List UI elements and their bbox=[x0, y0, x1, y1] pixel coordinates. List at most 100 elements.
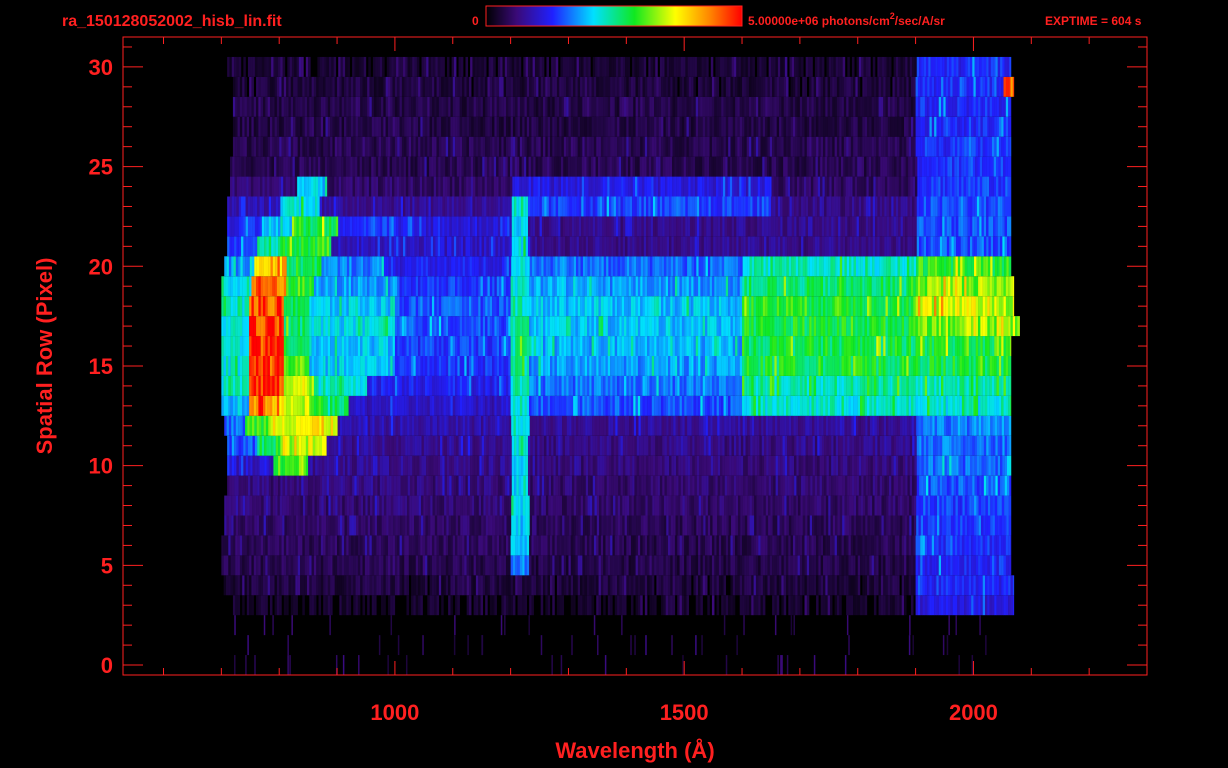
heatmap-cell bbox=[659, 515, 662, 536]
heatmap-cell bbox=[666, 435, 670, 456]
heatmap-cell bbox=[538, 336, 541, 356]
heatmap-cell bbox=[333, 415, 336, 436]
heatmap-cell bbox=[252, 455, 256, 476]
heatmap-cell bbox=[449, 475, 452, 496]
heatmap-cell bbox=[824, 455, 827, 476]
heatmap-cell bbox=[383, 316, 386, 337]
heatmap-cell bbox=[459, 375, 463, 396]
heatmap-cell bbox=[485, 555, 488, 576]
heatmap-cell bbox=[988, 455, 991, 476]
heatmap-cell bbox=[316, 316, 319, 337]
heatmap-cell bbox=[430, 415, 433, 436]
heatmap-cell bbox=[772, 495, 776, 516]
heatmap-cell bbox=[468, 356, 472, 376]
heatmap-cell bbox=[274, 575, 278, 596]
heatmap-cell bbox=[451, 495, 454, 516]
heatmap-cell bbox=[987, 375, 990, 396]
heatmap-cell bbox=[677, 535, 680, 556]
heatmap-cell bbox=[564, 495, 567, 516]
heatmap-cell bbox=[854, 475, 857, 496]
heatmap-cell bbox=[652, 475, 656, 496]
heatmap-cell bbox=[448, 415, 452, 436]
heatmap-cell bbox=[443, 575, 447, 596]
heatmap-cell bbox=[915, 336, 919, 356]
heatmap-cell bbox=[254, 495, 257, 516]
heatmap-cell bbox=[439, 515, 442, 536]
heatmap-cell bbox=[973, 375, 976, 396]
heatmap-cell bbox=[237, 336, 241, 356]
heatmap-cell bbox=[980, 415, 984, 436]
heatmap-cell bbox=[295, 356, 298, 376]
heatmap-cell bbox=[596, 555, 599, 576]
heatmap-cell bbox=[691, 415, 695, 436]
heatmap-cell bbox=[583, 455, 587, 476]
heatmap-cell bbox=[790, 535, 794, 556]
heatmap-cell bbox=[801, 455, 804, 476]
heatmap-cell bbox=[559, 395, 562, 416]
heatmap-cell bbox=[760, 535, 764, 556]
heatmap-cell bbox=[385, 535, 389, 556]
heatmap-cell bbox=[478, 575, 481, 596]
heatmap-cell bbox=[360, 336, 363, 356]
heatmap-cell bbox=[957, 575, 960, 596]
heatmap-cell bbox=[862, 336, 865, 356]
heatmap-cell bbox=[459, 535, 463, 556]
heatmap-cell bbox=[618, 455, 621, 476]
heatmap-cell bbox=[835, 435, 839, 456]
heatmap-cell bbox=[880, 336, 884, 356]
heatmap-cell bbox=[857, 535, 861, 556]
heatmap-cell bbox=[587, 515, 591, 536]
heatmap-cell bbox=[318, 316, 322, 337]
heatmap-cell bbox=[640, 415, 644, 436]
heatmap-cell bbox=[1003, 595, 1007, 616]
heatmap-cell bbox=[968, 375, 972, 396]
heatmap-cell bbox=[714, 575, 717, 596]
heatmap-cell bbox=[939, 515, 942, 536]
heatmap-cell bbox=[716, 595, 720, 616]
heatmap-cell bbox=[714, 356, 717, 376]
heatmap-cell bbox=[515, 356, 518, 376]
heatmap-cell bbox=[440, 455, 443, 476]
heatmap-cell bbox=[261, 475, 265, 496]
heatmap-cell bbox=[818, 356, 821, 376]
heatmap-cell bbox=[283, 395, 287, 416]
heatmap-cell bbox=[944, 455, 948, 476]
heatmap-cell bbox=[508, 316, 511, 337]
heatmap-cell bbox=[619, 415, 623, 436]
heatmap-cell bbox=[698, 495, 702, 516]
heatmap-cell bbox=[463, 455, 466, 476]
heatmap-cell bbox=[973, 356, 976, 376]
heatmap-cell bbox=[864, 535, 868, 556]
heatmap-cell bbox=[480, 535, 484, 556]
heatmap-cell bbox=[783, 336, 787, 356]
heatmap-cell bbox=[249, 415, 253, 436]
heatmap-cell bbox=[430, 455, 434, 476]
heatmap-cell bbox=[705, 535, 708, 556]
heatmap-cell bbox=[777, 495, 780, 516]
heatmap-cell bbox=[779, 555, 782, 576]
heatmap-cell bbox=[441, 535, 444, 556]
heatmap-cell bbox=[836, 375, 840, 396]
heatmap-cell bbox=[388, 495, 392, 516]
heatmap-cell bbox=[816, 515, 820, 536]
heatmap-cell bbox=[681, 595, 685, 616]
heatmap-cell bbox=[700, 336, 703, 356]
heatmap-cell bbox=[945, 375, 949, 396]
heatmap-cell bbox=[688, 575, 692, 596]
heatmap-cell bbox=[651, 356, 655, 376]
heatmap-cell bbox=[281, 395, 285, 416]
colorbar-max-label-tail: /sec/A/sr bbox=[895, 14, 945, 28]
heatmap-cell bbox=[488, 415, 491, 436]
heatmap-cell bbox=[226, 495, 230, 516]
heatmap-cell bbox=[301, 435, 304, 456]
heatmap-cell bbox=[563, 316, 567, 337]
heatmap-cell bbox=[919, 435, 922, 456]
heatmap-cell bbox=[669, 435, 672, 456]
heatmap-cell bbox=[242, 495, 246, 516]
heatmap-cell bbox=[998, 555, 1002, 576]
heatmap-cell bbox=[415, 375, 419, 396]
heatmap-cell bbox=[416, 455, 420, 476]
heatmap-cell bbox=[423, 455, 427, 476]
heatmap-cell bbox=[566, 415, 570, 436]
heatmap-cell bbox=[867, 415, 871, 436]
